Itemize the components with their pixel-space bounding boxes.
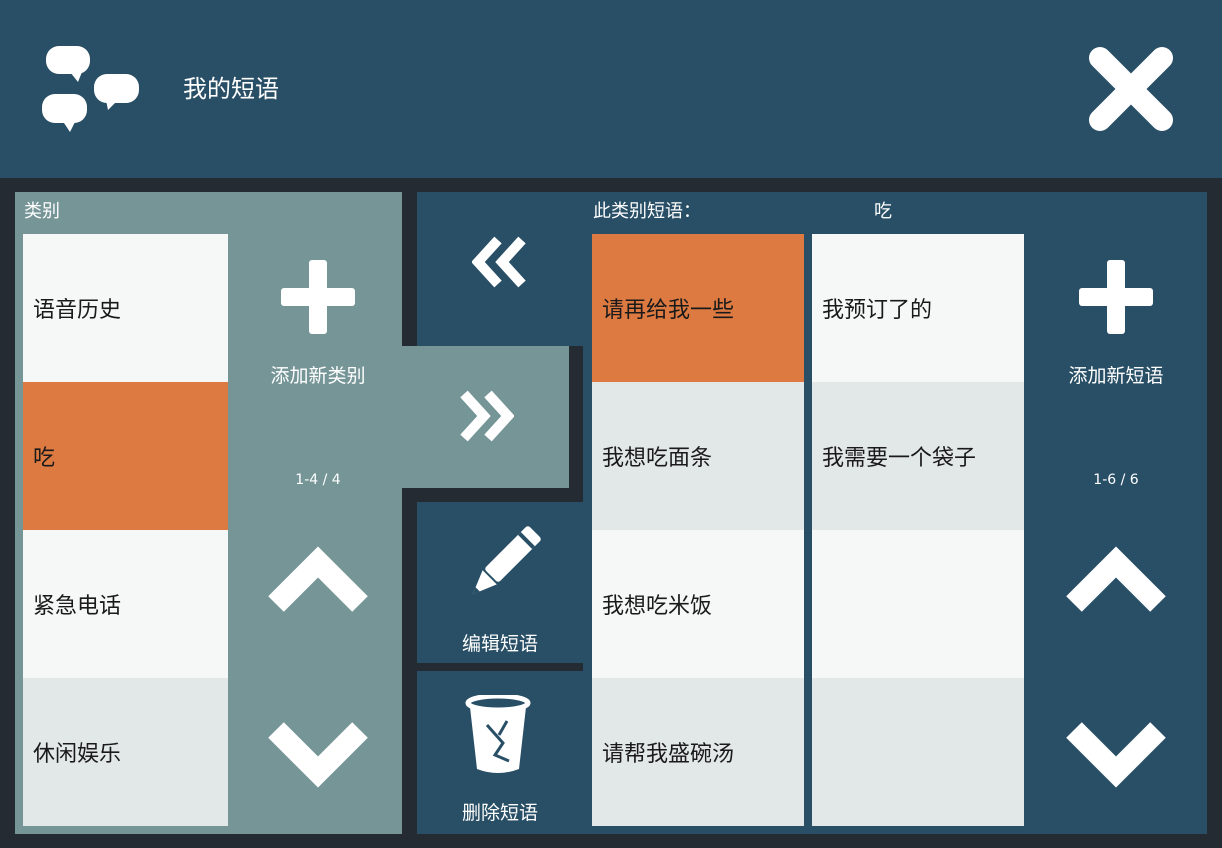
close-icon [1089,47,1173,131]
phrase-slot-empty [812,530,1024,678]
category-scroll-down-button[interactable] [262,710,374,790]
chevron-up-icon [268,546,368,612]
add-category-label: 添加新类别 [270,365,366,387]
chevron-down-icon [1066,722,1166,788]
phrase-scroll-up-button[interactable] [1060,544,1172,624]
category-counter: 1-4 / 4 [295,472,341,488]
delete-phrase-label: 删除短语 [461,802,538,824]
category-item-eat[interactable]: 吃 [23,382,228,530]
category-item-voice-history[interactable]: 语音历史 [23,234,228,382]
phrase-item[interactable]: 我需要一个袋子 [812,382,1024,530]
plus-icon [1079,260,1153,334]
phrase-item[interactable]: 请帮我盛碗汤 [592,678,804,826]
phrase-item[interactable]: 请再给我一些 [592,234,804,382]
phrase-slot-empty [812,678,1024,826]
chevron-down-icon [268,722,368,788]
add-phrase-label: 添加新短语 [1068,365,1164,387]
add-phrase-button[interactable]: 添加新短语 [1034,250,1198,396]
header-bar: 我的短语 [0,0,1222,178]
collapse-categories-button[interactable] [417,192,583,332]
phrase-item[interactable]: 我想吃米饭 [592,530,804,678]
edit-phrase-button[interactable]: 编辑短语 [417,502,583,663]
current-category-name: 吃 [874,201,892,222]
category-item-emergency[interactable]: 紧急电话 [23,530,228,678]
double-chevron-left-icon [472,236,526,288]
phrase-heading: 此类别短语： [593,201,701,222]
add-category-button[interactable]: 添加新类别 [236,250,400,396]
category-heading: 类别 [24,201,60,222]
phrase-item[interactable]: 我想吃面条 [592,382,804,530]
expand-phrases-button[interactable] [402,346,569,488]
category-scroll-up-button[interactable] [262,544,374,624]
close-button[interactable] [1084,44,1178,134]
speech-bubbles-icon [42,46,139,132]
trash-icon [465,695,531,773]
page-title: 我的短语 [183,75,279,103]
plus-icon [281,260,355,334]
phrase-counter: 1-6 / 6 [1093,472,1139,488]
delete-phrase-button[interactable]: 删除短语 [417,671,583,834]
edit-phrase-label: 编辑短语 [461,633,538,655]
chevron-up-icon [1066,546,1166,612]
phrase-item[interactable]: 我预订了的 [812,234,1024,382]
pencil-icon [472,526,541,595]
category-item-leisure[interactable]: 休闲娱乐 [23,678,228,826]
phrase-scroll-down-button[interactable] [1060,710,1172,790]
double-chevron-right-icon [460,390,514,442]
